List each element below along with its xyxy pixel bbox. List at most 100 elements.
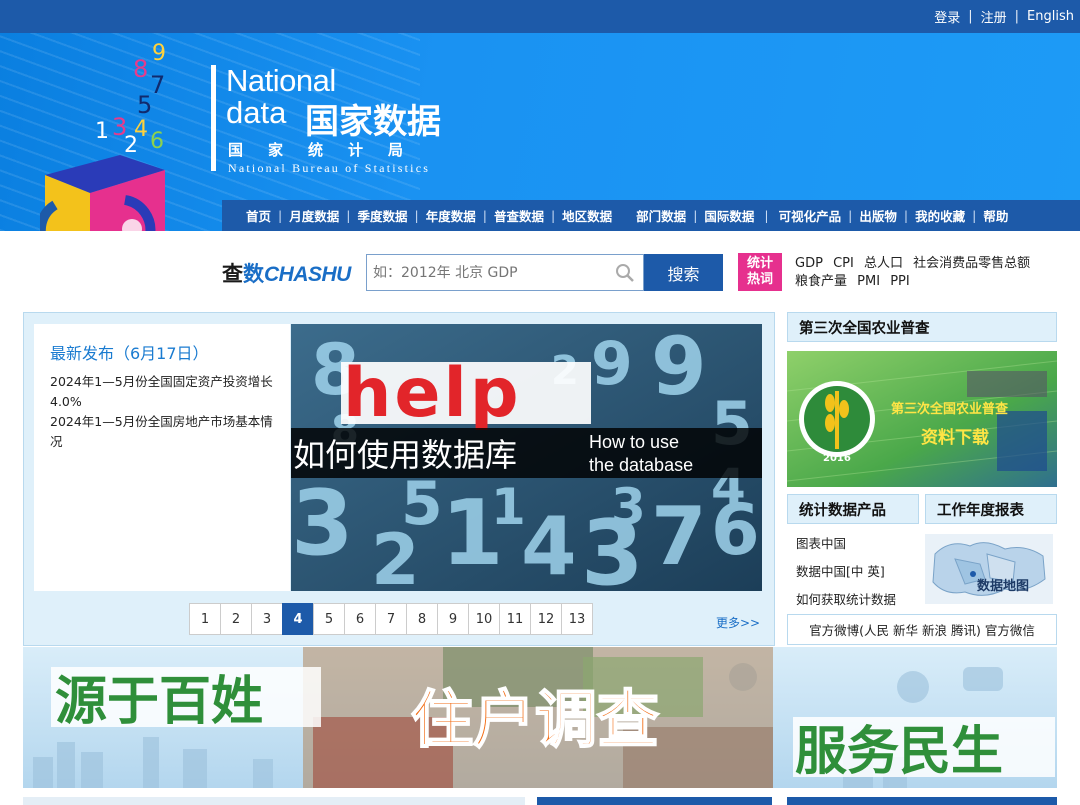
- bg-number: 5: [401, 469, 443, 539]
- hot-word[interactable]: GDP: [795, 256, 823, 271]
- hot-word[interactable]: PPI: [890, 274, 910, 289]
- bg-number: 9: [591, 329, 633, 399]
- logo-char: 查: [222, 262, 243, 286]
- number-glyph: 8: [133, 55, 149, 83]
- brand-nbs-en: National Bureau of Statistics: [228, 161, 431, 175]
- login-link[interactable]: 登录: [934, 7, 960, 26]
- search-input[interactable]: [373, 264, 613, 281]
- hot-word[interactable]: 社会消费品零售总额: [913, 256, 1030, 271]
- number-glyph: 7: [150, 71, 166, 99]
- nav-item-home[interactable]: 首页: [246, 206, 271, 225]
- product-link[interactable]: 数据中国[中 英]: [796, 564, 885, 579]
- logo-char: 数: [243, 262, 264, 286]
- search-icon[interactable]: [615, 263, 635, 283]
- page-button[interactable]: 7: [375, 603, 407, 635]
- page-button[interactable]: 11: [499, 603, 531, 635]
- census-banner[interactable]: 2016 第三次全国农业普查 资料下载: [787, 351, 1057, 487]
- census-title[interactable]: 第三次全国农业普查: [787, 312, 1057, 342]
- help-en-line: How to use: [589, 432, 679, 452]
- search-button[interactable]: 搜索: [644, 254, 723, 291]
- english-link[interactable]: English: [1027, 9, 1074, 24]
- brand-nbs-cn: 国家统计局: [228, 141, 429, 159]
- survey-banner[interactable]: 源于百姓 住户调查 服务民生: [23, 647, 1057, 788]
- divider: |: [1014, 9, 1020, 24]
- help-cn-text: 如何使用数据库: [293, 436, 517, 474]
- page-button[interactable]: 13: [561, 603, 593, 635]
- chashu-logo: 查数CHASHU: [222, 258, 351, 288]
- products-title[interactable]: 统计数据产品: [787, 494, 919, 524]
- logo-en: CHASHU: [264, 263, 351, 286]
- map-label: 数据地图: [977, 578, 1029, 594]
- release-link[interactable]: 2024年1—5月份全国房地产市场基本情况: [50, 414, 273, 449]
- weibo-links[interactable]: 官方微博(人民 新华 新浪 腾讯) 官方微信: [787, 614, 1057, 645]
- nav-item-publications[interactable]: 出版物: [859, 206, 897, 225]
- divider: |: [903, 208, 909, 223]
- hot-word[interactable]: 粮食产量: [795, 274, 847, 289]
- footer-strip: [787, 797, 1057, 805]
- page-button-active[interactable]: 4: [282, 603, 314, 635]
- census-line: 资料下载: [921, 427, 989, 448]
- divider: |: [848, 208, 853, 223]
- page-button[interactable]: 3: [251, 603, 283, 635]
- footer-strip: [537, 797, 772, 805]
- nav-item-regional[interactable]: 地区数据: [562, 206, 612, 225]
- main-nav: 首页 | 月度数据 | 季度数据 | 年度数据 | 普查数据 | 地区数据 部门数据 | 国…: [222, 200, 1080, 231]
- product-link[interactable]: 如何获取统计数据: [796, 592, 896, 607]
- top-bar: 登录 | 注册 | English: [0, 0, 1080, 33]
- nav-item-favorites[interactable]: 我的收藏: [915, 206, 965, 225]
- divider: |: [972, 208, 977, 223]
- divider: |: [482, 208, 487, 223]
- divider: |: [764, 208, 769, 223]
- survey-banner-image: 源于百姓 住户调查 服务民生: [23, 647, 1057, 788]
- search-box: [366, 254, 644, 291]
- nav-item-international[interactable]: 国际数据: [704, 206, 754, 225]
- help-en-line: the database: [589, 455, 693, 475]
- hot-word[interactable]: 总人口: [864, 256, 903, 271]
- divider: |: [414, 208, 419, 223]
- bg-number: 1: [491, 478, 526, 536]
- bg-number: 4: [521, 500, 577, 591]
- bg-number: 3: [291, 471, 354, 576]
- nav-item-help[interactable]: 帮助: [983, 206, 1008, 225]
- products-list: 图表中国 数据中国[中 英] 如何获取统计数据: [796, 530, 896, 614]
- banner-middle-text: 住户调查: [411, 683, 659, 756]
- nav-item-annual[interactable]: 年度数据: [426, 206, 476, 225]
- page-button[interactable]: 10: [468, 603, 500, 635]
- register-link[interactable]: 注册: [981, 7, 1007, 26]
- data-map-image: 数据地图: [925, 534, 1053, 604]
- nav-item-census[interactable]: 普查数据: [494, 206, 544, 225]
- nav-item-monthly[interactable]: 月度数据: [289, 206, 339, 225]
- bg-number: 9: [651, 324, 707, 413]
- report-title[interactable]: 工作年度报表: [925, 494, 1057, 524]
- page-button[interactable]: 5: [313, 603, 345, 635]
- number-glyph: 5: [137, 91, 153, 119]
- release-link[interactable]: 2024年1—5月份全国固定资产投资增长4.0%: [50, 374, 273, 409]
- brand-divider: [211, 65, 216, 171]
- census-year: 2016: [823, 453, 851, 464]
- hot-word[interactable]: PMI: [857, 274, 880, 289]
- more-link[interactable]: 更多>>: [716, 614, 760, 631]
- nav-item-department[interactable]: 部门数据: [636, 206, 686, 225]
- page-button[interactable]: 2: [220, 603, 252, 635]
- page-button[interactable]: 9: [437, 603, 469, 635]
- nav-item-quarterly[interactable]: 季度数据: [357, 206, 407, 225]
- pagination: 1 2 3 4 5 6 7 8 9 10 11 12 13: [189, 603, 593, 635]
- hot-word[interactable]: CPI: [833, 256, 854, 271]
- census-line: 第三次全国农业普查: [891, 401, 1009, 417]
- page-button[interactable]: 12: [530, 603, 562, 635]
- hot-words-badge: 统计 热词: [738, 253, 782, 291]
- badge-line: 统计: [746, 256, 773, 271]
- page-button[interactable]: 6: [344, 603, 376, 635]
- divider: |: [968, 9, 973, 24]
- data-map[interactable]: 数据地图: [925, 534, 1053, 604]
- page-button[interactable]: 1: [189, 603, 221, 635]
- page-button[interactable]: 8: [406, 603, 438, 635]
- census-banner-image: 2016 第三次全国农业普查 资料下载: [787, 351, 1057, 487]
- bg-number: 7: [651, 490, 707, 583]
- nav-item-visualization[interactable]: 可视化产品: [779, 206, 842, 225]
- product-link[interactable]: 图表中国: [796, 536, 846, 551]
- divider: |: [550, 208, 556, 223]
- help-banner[interactable]: 8 9 5 3 2 1 4 3 7 6 1 5 9 8 3 2 4 help 如…: [291, 324, 762, 591]
- footer-strip: [23, 797, 525, 805]
- divider: |: [693, 208, 698, 223]
